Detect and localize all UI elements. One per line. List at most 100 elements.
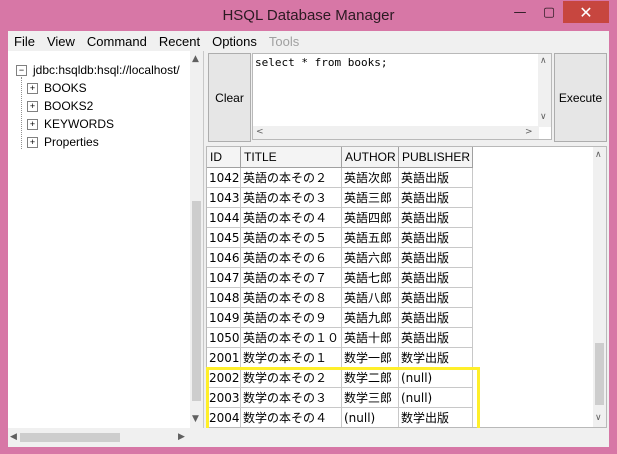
cell-author[interactable]: 英語六郎 (342, 248, 399, 268)
table-row[interactable]: 1048 英語の本その８ 英語八郎 英語出版 (207, 288, 473, 308)
cell-author[interactable]: 英語九郎 (342, 308, 399, 328)
expand-icon[interactable]: + (27, 136, 38, 148)
cell-publisher[interactable]: 英語出版 (399, 228, 473, 248)
cell-author[interactable]: 英語十郎 (342, 328, 399, 348)
execute-button[interactable]: Execute (554, 53, 607, 142)
close-button[interactable]: ✕ (563, 1, 609, 23)
clear-button[interactable]: Clear (208, 53, 251, 142)
table-row[interactable]: 1043 英語の本その３ 英語三郎 英語出版 (207, 188, 473, 208)
table-row[interactable]: 2004 数学の本その４ (null) 数学出版 (207, 408, 473, 427)
cell-publisher[interactable]: 英語出版 (399, 168, 473, 188)
table-row[interactable]: 1044 英語の本その４ 英語四郎 英語出版 (207, 208, 473, 228)
cell-title[interactable]: 数学の本その３ (241, 388, 342, 408)
tree-node-keywords[interactable]: + KEYWORDS (27, 115, 114, 133)
sql-editor[interactable]: select * from books; ∧ ∨ < > (252, 53, 552, 140)
table-row[interactable]: 1049 英語の本その９ 英語九郎 英語出版 (207, 308, 473, 328)
cell-author[interactable]: 英語五郎 (342, 228, 399, 248)
cell-publisher[interactable]: 英語出版 (399, 188, 473, 208)
expand-icon[interactable]: + (27, 100, 38, 112)
menu-options[interactable]: Options (206, 34, 263, 49)
tree-vertical-scrollbar[interactable]: ▲ ▼ (190, 51, 203, 428)
cell-publisher[interactable]: 英語出版 (399, 248, 473, 268)
menu-command[interactable]: Command (81, 34, 153, 49)
expand-icon[interactable]: + (27, 82, 38, 94)
cell-id[interactable]: 1043 (207, 188, 241, 208)
sql-query-text[interactable]: select * from books; (255, 56, 387, 69)
scroll-down-icon[interactable]: ▼ (192, 414, 199, 424)
table-row[interactable]: 1042 英語の本その２ 英語次郎 英語出版 (207, 168, 473, 188)
scroll-up-icon[interactable]: ∧ (540, 56, 547, 66)
scroll-left-icon[interactable]: ◀ (10, 432, 17, 442)
table-row[interactable]: 2003 数学の本その３ 数学三郎 (null) (207, 388, 473, 408)
cell-author[interactable]: (null) (342, 408, 399, 427)
cell-author[interactable]: 英語四郎 (342, 208, 399, 228)
column-header-author[interactable]: AUTHOR (342, 147, 399, 167)
scroll-right-icon[interactable]: > (525, 127, 533, 137)
minimize-button[interactable]: — (506, 1, 534, 23)
menu-view[interactable]: View (41, 34, 81, 49)
cell-author[interactable]: 英語三郎 (342, 188, 399, 208)
table-row[interactable]: 1046 英語の本その６ 英語六郎 英語出版 (207, 248, 473, 268)
scroll-up-icon[interactable]: ∧ (595, 150, 602, 160)
collapse-icon[interactable]: − (16, 64, 27, 76)
cell-id[interactable]: 2003 (207, 388, 241, 408)
cell-publisher[interactable]: 英語出版 (399, 208, 473, 228)
cell-id[interactable]: 1047 (207, 268, 241, 288)
cell-title[interactable]: 数学の本その２ (241, 368, 342, 388)
scroll-down-icon[interactable]: ∨ (540, 112, 547, 122)
sql-horizontal-scrollbar[interactable]: < > (253, 126, 539, 139)
cell-id[interactable]: 1050 (207, 328, 241, 348)
cell-publisher[interactable]: (null) (399, 368, 473, 388)
maximize-button[interactable]: ▢ (535, 1, 563, 23)
cell-title[interactable]: 英語の本その５ (241, 228, 342, 248)
cell-author[interactable]: 数学一郎 (342, 348, 399, 368)
cell-author[interactable]: 英語八郎 (342, 288, 399, 308)
sql-vertical-scrollbar[interactable]: ∧ ∨ (538, 54, 551, 127)
cell-title[interactable]: 英語の本その３ (241, 188, 342, 208)
tree-root[interactable]: − jdbc:hsqldb:hsql://localhost/ (16, 61, 180, 79)
table-row[interactable]: 1047 英語の本その７ 英語七郎 英語出版 (207, 268, 473, 288)
cell-id[interactable]: 1048 (207, 288, 241, 308)
table-row[interactable]: 1050 英語の本その１０ 英語十郎 英語出版 (207, 328, 473, 348)
table-row[interactable]: 2001 数学の本その１ 数学一郎 数学出版 (207, 348, 473, 368)
tree-node-properties[interactable]: + Properties (27, 133, 99, 151)
cell-id[interactable]: 1045 (207, 228, 241, 248)
cell-title[interactable]: 英語の本その１０ (241, 328, 342, 348)
cell-publisher[interactable]: 英語出版 (399, 308, 473, 328)
cell-id[interactable]: 2002 (207, 368, 241, 388)
cell-title[interactable]: 英語の本その９ (241, 308, 342, 328)
scroll-up-icon[interactable]: ▲ (192, 54, 199, 64)
cell-id[interactable]: 2001 (207, 348, 241, 368)
scroll-left-icon[interactable]: < (256, 127, 264, 137)
results-horizontal-scrollbar[interactable] (206, 428, 607, 447)
cell-id[interactable]: 1049 (207, 308, 241, 328)
scroll-thumb[interactable] (20, 433, 120, 442)
cell-id[interactable]: 1044 (207, 208, 241, 228)
cell-author[interactable]: 英語次郎 (342, 168, 399, 188)
column-header-id[interactable]: ID (207, 147, 241, 167)
cell-publisher[interactable]: 英語出版 (399, 268, 473, 288)
cell-publisher[interactable]: 数学出版 (399, 408, 473, 427)
cell-title[interactable]: 英語の本その４ (241, 208, 342, 228)
cell-id[interactable]: 1042 (207, 168, 241, 188)
cell-author[interactable]: 英語七郎 (342, 268, 399, 288)
cell-publisher[interactable]: 数学出版 (399, 348, 473, 368)
cell-publisher[interactable]: (null) (399, 388, 473, 408)
expand-icon[interactable]: + (27, 118, 38, 130)
cell-title[interactable]: 英語の本その７ (241, 268, 342, 288)
tree-horizontal-scrollbar[interactable]: ◀ ▶ (8, 428, 203, 447)
table-row[interactable]: 2002 数学の本その２ 数学二郎 (null) (207, 368, 473, 388)
scroll-thumb[interactable] (595, 343, 604, 405)
results-vertical-scrollbar[interactable]: ∧ ∨ (593, 147, 606, 427)
cell-id[interactable]: 1046 (207, 248, 241, 268)
scroll-right-icon[interactable]: ▶ (178, 432, 185, 442)
cell-id[interactable]: 2004 (207, 408, 241, 427)
tree-node-books2[interactable]: + BOOKS2 (27, 97, 93, 115)
menu-recent[interactable]: Recent (153, 34, 206, 49)
column-header-publisher[interactable]: PUBLISHER (399, 147, 473, 167)
cell-title[interactable]: 英語の本その２ (241, 168, 342, 188)
cell-title[interactable]: 英語の本その６ (241, 248, 342, 268)
table-row[interactable]: 1045 英語の本その５ 英語五郎 英語出版 (207, 228, 473, 248)
cell-title[interactable]: 数学の本その４ (241, 408, 342, 427)
scroll-thumb[interactable] (192, 201, 201, 401)
